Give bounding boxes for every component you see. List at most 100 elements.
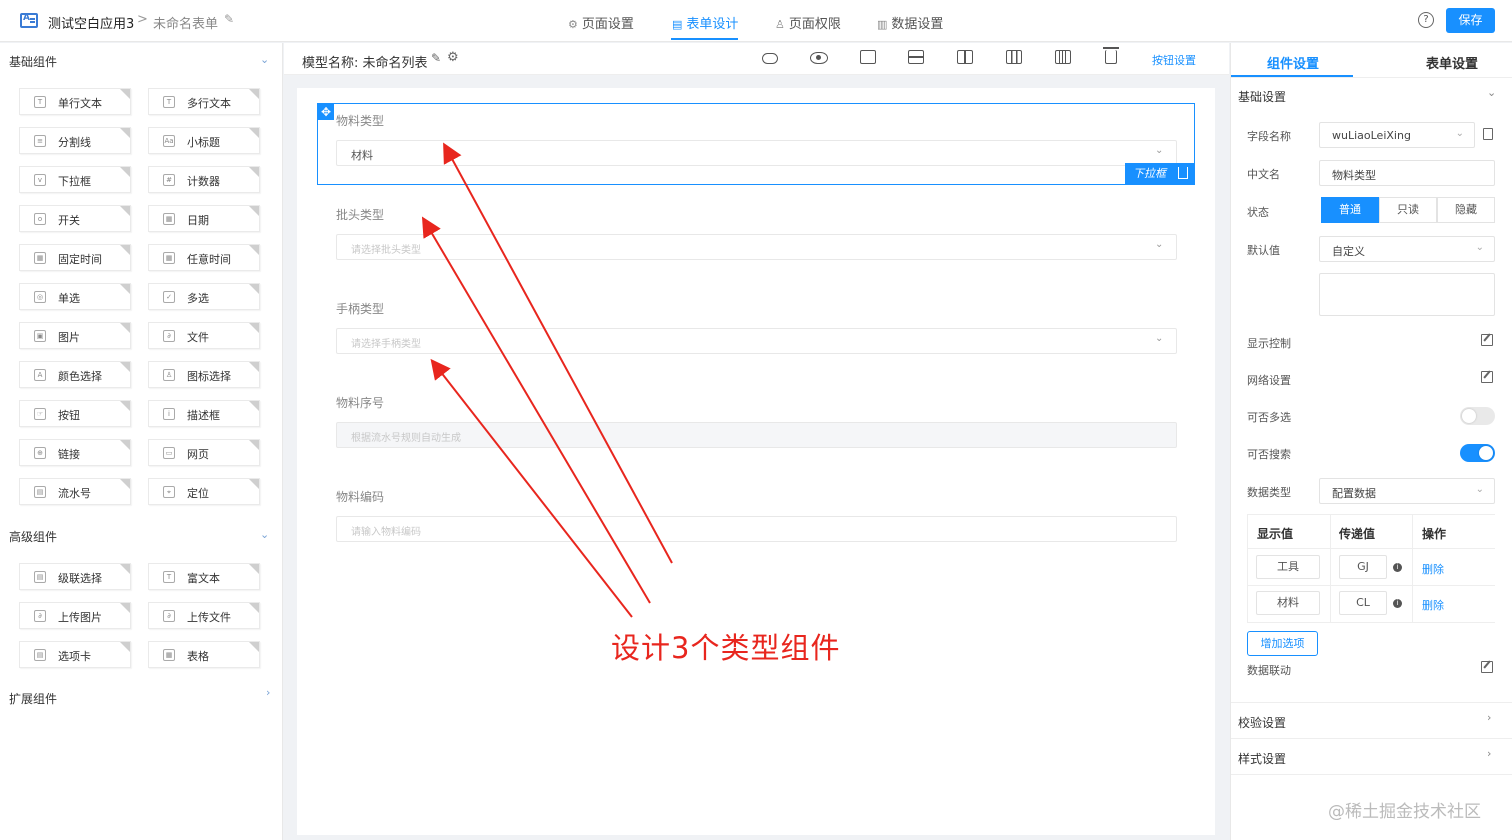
edit-icon[interactable] [1481, 661, 1493, 673]
breadcrumb-app[interactable]: 测试空白应用3 [48, 13, 134, 32]
component-item[interactable]: # 计数器 [148, 166, 260, 193]
component-item[interactable]: ▦ 任意时间 [148, 244, 260, 271]
chevron-right-icon[interactable]: › [1487, 711, 1491, 724]
component-item[interactable]: ≡ 分割线 [19, 127, 131, 154]
preview-eye-icon[interactable] [810, 52, 828, 64]
multi-select-label: 可否多选 [1247, 411, 1291, 424]
copy-icon[interactable] [1483, 128, 1493, 140]
component-item[interactable]: i 描述框 [148, 400, 260, 427]
component-item[interactable]: ∂ 文件 [148, 322, 260, 349]
status-normal[interactable]: 普通 [1321, 197, 1379, 223]
option-display-input[interactable]: 材料 [1256, 591, 1320, 615]
component-item[interactable]: ⊕ 链接 [19, 439, 131, 466]
link-icon[interactable] [762, 53, 778, 64]
field-select[interactable]: 请选择批头类型 ⌄ [336, 234, 1177, 260]
component-item[interactable]: ▤ 流水号 [19, 478, 131, 505]
edit-form-name-icon[interactable]: ✎ [224, 12, 234, 26]
multi-select-toggle[interactable] [1460, 407, 1495, 425]
data-type-select[interactable]: 配置数据 ⌄ [1319, 478, 1495, 504]
save-button[interactable]: 保存 [1446, 8, 1495, 33]
component-icon: ▦ [163, 649, 175, 661]
component-item[interactable]: A 颜色选择 [19, 361, 131, 388]
component-item[interactable]: ▤ 选项卡 [19, 641, 131, 668]
breadcrumb-form[interactable]: 未命名表单 [153, 13, 218, 32]
component-item[interactable]: ♙ 图标选择 [148, 361, 260, 388]
field-input[interactable]: 根据流水号规则自动生成 [336, 422, 1177, 448]
option-value-input[interactable]: CL [1339, 591, 1387, 615]
component-label: 多行文本 [187, 97, 231, 110]
delete-option-link[interactable]: 删除 [1422, 561, 1444, 577]
four-columns-icon[interactable] [1055, 50, 1071, 64]
tab-page-permission[interactable]: ♙ 页面权限 [775, 13, 841, 32]
component-label: 富文本 [187, 572, 220, 585]
add-option-button[interactable]: 增加选项 [1247, 631, 1318, 656]
chevron-right-icon[interactable]: › [266, 686, 270, 699]
component-item[interactable]: ▦ 表格 [148, 641, 260, 668]
three-columns-icon[interactable] [1006, 50, 1022, 64]
field-name-label: 字段名称 [1247, 130, 1291, 143]
component-item[interactable]: ▦ 日期 [148, 205, 260, 232]
default-value-label: 默认值 [1247, 244, 1280, 257]
tab-form-settings[interactable]: 表单设置 [1426, 53, 1478, 72]
component-item[interactable]: ⌖ 定位 [148, 478, 260, 505]
tab-data-settings[interactable]: ▥ 数据设置 [877, 13, 943, 32]
component-item[interactable]: ▦ 固定时间 [19, 244, 131, 271]
move-icon[interactable]: ✥ [318, 104, 334, 120]
trash-icon[interactable] [1103, 47, 1119, 64]
two-columns-icon[interactable] [957, 50, 973, 64]
component-item[interactable]: Aa 小标题 [148, 127, 260, 154]
edit-icon[interactable] [1481, 371, 1493, 383]
gear-icon[interactable]: ⚙ [447, 50, 459, 65]
button-settings-link[interactable]: 按钮设置 [1152, 52, 1196, 68]
component-item[interactable]: T 富文本 [148, 563, 260, 590]
table-border [1247, 585, 1495, 586]
component-label: 流水号 [58, 487, 91, 500]
component-label: 按钮 [58, 409, 80, 422]
field-name-select[interactable]: wuLiaoLeiXing ⌄ [1319, 122, 1475, 148]
field-input[interactable]: 请输入物料编码 [336, 516, 1177, 542]
component-item[interactable]: ▣ 图片 [19, 322, 131, 349]
searchable-toggle[interactable] [1460, 444, 1495, 462]
component-item[interactable]: T 多行文本 [148, 88, 260, 115]
form-canvas [297, 88, 1215, 835]
default-value-textarea[interactable] [1319, 273, 1495, 316]
field-select[interactable]: 请选择手柄类型 ⌄ [336, 328, 1177, 354]
chevron-down-icon[interactable]: ⌄ [260, 528, 269, 541]
component-label: 文件 [187, 331, 209, 344]
default-value-select[interactable]: 自定义 ⌄ [1319, 236, 1495, 262]
chevron-right-icon[interactable]: › [1487, 747, 1491, 760]
edit-icon[interactable] [1481, 334, 1493, 346]
component-item[interactable]: v 下拉框 [19, 166, 131, 193]
field-value: 材料 [351, 149, 373, 162]
option-value-input[interactable]: GJ [1339, 555, 1387, 579]
cn-name-input[interactable]: 物料类型 [1319, 160, 1495, 186]
help-icon[interactable]: ? [1418, 12, 1434, 28]
delete-field-trash-icon[interactable] [1178, 167, 1188, 179]
basic-settings-header[interactable]: 基础设置 [1238, 88, 1286, 105]
document-icon: ▤ [672, 18, 683, 31]
chevron-down-icon[interactable]: ⌄ [260, 53, 269, 66]
component-item[interactable]: T 单行文本 [19, 88, 131, 115]
validation-settings-header[interactable]: 校验设置 [1238, 714, 1286, 731]
component-item[interactable]: ☞ 按钮 [19, 400, 131, 427]
delete-option-link[interactable]: 删除 [1422, 597, 1444, 613]
style-settings-header[interactable]: 样式设置 [1238, 750, 1286, 767]
option-display-input[interactable]: 工具 [1256, 555, 1320, 579]
status-readonly[interactable]: 只读 [1379, 197, 1437, 223]
component-item[interactable]: ◎ 单选 [19, 283, 131, 310]
input-layout-icon[interactable] [860, 50, 876, 64]
single-column-icon[interactable] [908, 50, 924, 64]
field-select[interactable]: 材料 ⌄ [336, 140, 1177, 166]
status-hidden[interactable]: 隐藏 [1437, 197, 1495, 223]
component-item[interactable]: ▤ 级联选择 [19, 563, 131, 590]
tab-form-design[interactable]: ▤ 表单设计 [672, 13, 738, 32]
tab-page-settings[interactable]: ⚙ 页面设置 [568, 13, 634, 32]
component-item[interactable]: ✓ 多选 [148, 283, 260, 310]
tab-component-settings[interactable]: 组件设置 [1267, 53, 1319, 72]
edit-model-icon[interactable]: ✎ [431, 51, 441, 65]
component-item[interactable]: o 开关 [19, 205, 131, 232]
component-item[interactable]: ∂ 上传文件 [148, 602, 260, 629]
component-item[interactable]: ∂ 上传图片 [19, 602, 131, 629]
chevron-down-icon[interactable]: ⌄ [1487, 86, 1496, 99]
component-item[interactable]: ▭ 网页 [148, 439, 260, 466]
